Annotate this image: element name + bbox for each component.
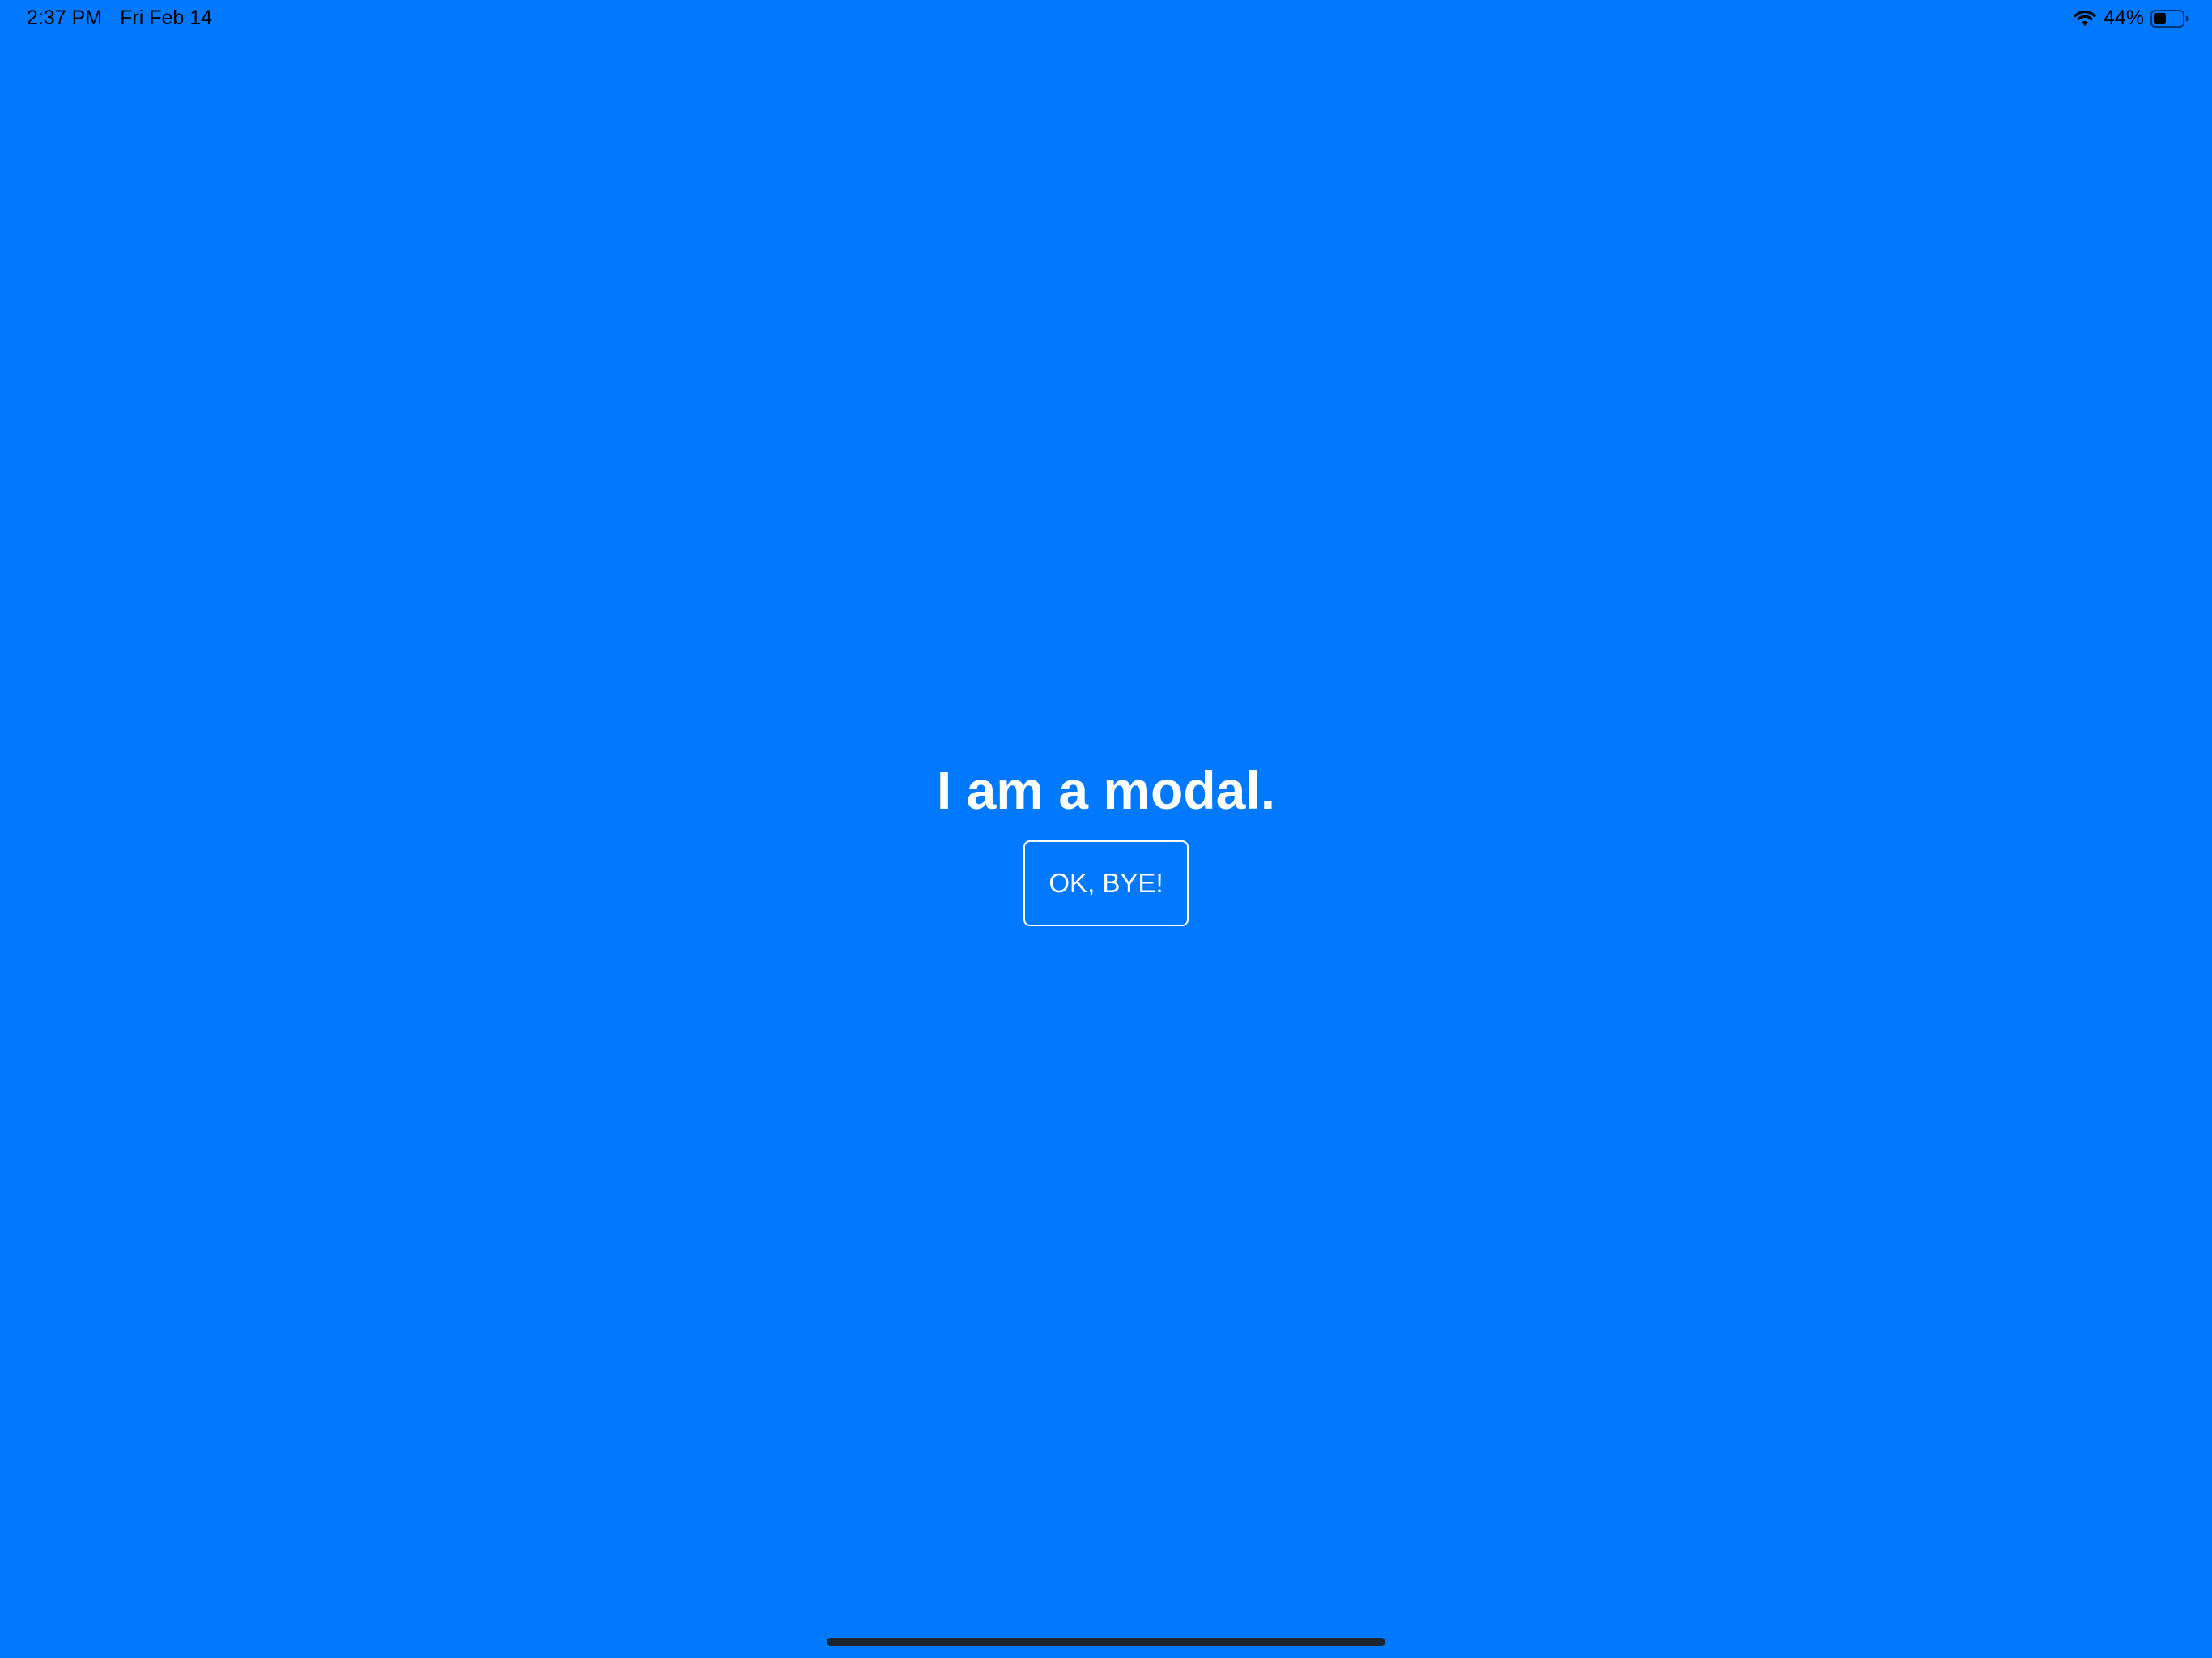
- status-date: Fri Feb 14: [120, 6, 213, 29]
- ok-bye-button[interactable]: OK, BYE!: [1023, 840, 1189, 926]
- status-time: 2:37 PM: [27, 6, 103, 29]
- battery-icon: [2150, 9, 2189, 28]
- modal-content: I am a modal. OK, BYE!: [0, 753, 2212, 926]
- wifi-icon: [2073, 10, 2097, 28]
- modal-title: I am a modal.: [936, 760, 1276, 820]
- status-bar: 2:37 PM Fri Feb 14 44%: [0, 0, 2212, 39]
- status-bar-right: 44%: [2073, 6, 2189, 30]
- status-bar-left: 2:37 PM Fri Feb 14: [27, 6, 212, 30]
- battery-percentage: 44%: [2103, 6, 2144, 29]
- home-indicator[interactable]: [827, 1638, 1385, 1646]
